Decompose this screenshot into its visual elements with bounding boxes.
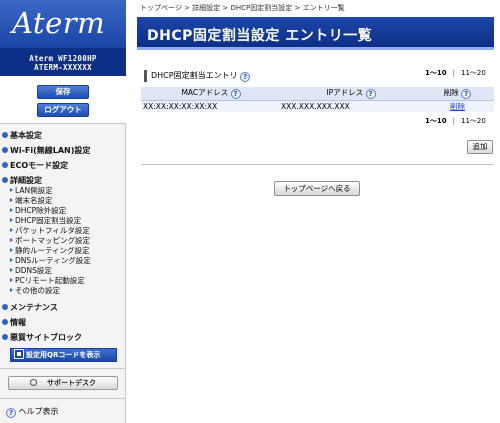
- arrow-icon: [10, 288, 13, 292]
- entry-table: MACアドレス ? IPアドレス ? 削除 ? XX:XX:XX:XX:XX:X…: [141, 87, 494, 112]
- add-button[interactable]: 追加: [467, 140, 493, 154]
- column-header-delete: 削除 ?: [421, 87, 494, 101]
- sidebar-item-port-mapping[interactable]: ポートマッピング設定: [10, 236, 90, 246]
- logo-area: Aterm: [0, 0, 126, 48]
- page-title: DHCP固定割当設定 エントリ一覧: [147, 28, 373, 44]
- help-icon: ?: [6, 408, 16, 418]
- help-icon[interactable]: ?: [365, 89, 376, 100]
- save-button[interactable]: 保存: [37, 85, 89, 99]
- column-header-mac: MACアドレス ?: [141, 87, 281, 101]
- arrow-icon: [10, 218, 13, 222]
- support-icon: [30, 379, 37, 386]
- help-icon[interactable]: ?: [230, 89, 241, 100]
- menu-item-wifi[interactable]: Wi-Fi(無線LAN)設定: [2, 145, 90, 156]
- model-name: Aterm WF1200HP: [29, 54, 97, 63]
- support-desk-button[interactable]: サポートデスク: [8, 376, 118, 390]
- pager-next[interactable]: 11〜20: [461, 117, 486, 125]
- arrow-icon: [10, 258, 13, 262]
- bullet-icon: [2, 177, 8, 183]
- menu-item-malicious-block[interactable]: 悪質サイトブロック: [2, 332, 82, 343]
- mac-address-cell: XX:XX:XX:XX:XX:XX: [141, 100, 281, 112]
- aterm-logo: Aterm: [12, 6, 106, 40]
- section-label: DHCP固定割当エントリ ?: [144, 70, 251, 82]
- bullet-icon: [2, 334, 8, 340]
- arrow-icon: [10, 228, 13, 232]
- menu-item-eco[interactable]: ECOモード設定: [2, 160, 68, 171]
- sidebar-divider: [0, 398, 126, 399]
- sidebar-item-pc-remote[interactable]: PCリモート起動設定: [10, 276, 85, 286]
- breadcrumb: トップページ > 詳細設定 > DHCP固定割当設定 > エントリ一覧: [140, 4, 345, 12]
- sidebar-item-dhcp-exclude[interactable]: DHCP除外設定: [10, 206, 66, 216]
- pager-bottom: 1〜10 | 11〜20: [425, 117, 486, 125]
- bullet-icon: [2, 162, 8, 168]
- sidebar-item-terminal-name[interactable]: 端末名設定: [10, 196, 53, 206]
- qr-code-icon: [14, 349, 24, 359]
- sidebar-item-static-routing[interactable]: 静的ルーティング設定: [10, 246, 90, 256]
- arrow-icon: [10, 268, 13, 272]
- column-header-ip: IPアドレス ?: [281, 87, 421, 101]
- pager-current: 1〜10: [425, 69, 447, 77]
- arrow-icon: [10, 238, 13, 242]
- pager-top: 1〜10 | 11〜20: [425, 69, 486, 77]
- main-content: トップページ > 詳細設定 > DHCP固定割当設定 > エントリ一覧 DHCP…: [127, 0, 500, 423]
- qr-code-button[interactable]: 設定用QRコードを表示: [10, 348, 117, 362]
- title-bar: DHCP固定割当設定 エントリ一覧: [137, 17, 494, 50]
- back-to-top-button[interactable]: トップページへ戻る: [274, 181, 360, 196]
- sidebar-item-dhcp-fixed[interactable]: DHCP固定割当設定: [10, 216, 81, 226]
- sidebar: Aterm Aterm WF1200HP ATERM-XXXXXX 保存 ログア…: [0, 0, 126, 423]
- menu-item-detail[interactable]: 詳細設定: [2, 175, 42, 186]
- sidebar-item-other[interactable]: その他の設定: [10, 286, 60, 296]
- ip-address-cell: XXX.XXX.XXX.XXX: [281, 100, 421, 112]
- menu-item-info[interactable]: 情報: [2, 317, 26, 328]
- device-name: ATERM-XXXXXX: [34, 63, 92, 72]
- content-divider: [141, 164, 494, 165]
- sidebar-button-area: 保存 ログアウト: [0, 76, 126, 124]
- delete-link[interactable]: 削除: [421, 100, 494, 112]
- sidebar-item-lan[interactable]: LAN側設定: [10, 186, 53, 196]
- arrow-icon: [10, 198, 13, 202]
- bullet-icon: [2, 304, 8, 310]
- sidebar-item-dns-routing[interactable]: DNSルーティング設定: [10, 256, 91, 266]
- help-link[interactable]: ? ヘルプ表示: [6, 406, 59, 418]
- table-header-row: MACアドレス ? IPアドレス ? 削除 ?: [141, 87, 494, 101]
- menu-item-maintenance[interactable]: メンテナンス: [2, 302, 58, 313]
- sidebar-divider: [0, 368, 126, 369]
- arrow-icon: [10, 278, 13, 282]
- bullet-icon: [2, 319, 8, 325]
- sidebar-item-ddns[interactable]: DDNS設定: [10, 266, 52, 276]
- arrow-icon: [10, 188, 13, 192]
- pager-current: 1〜10: [425, 117, 447, 125]
- model-info: Aterm WF1200HP ATERM-XXXXXX: [0, 48, 126, 76]
- menu-item-basic[interactable]: 基本設定: [2, 130, 42, 141]
- bullet-icon: [2, 147, 8, 153]
- sidebar-item-packet-filter[interactable]: パケットフィルタ設定: [10, 226, 90, 236]
- logout-button[interactable]: ログアウト: [37, 103, 89, 117]
- help-icon[interactable]: ?: [240, 72, 251, 82]
- pager-next[interactable]: 11〜20: [461, 69, 486, 77]
- bullet-icon: [2, 132, 8, 138]
- arrow-icon: [10, 248, 13, 252]
- help-icon[interactable]: ?: [461, 89, 472, 100]
- table-row: XX:XX:XX:XX:XX:XX XXX.XXX.XXX.XXX 削除: [141, 100, 494, 112]
- arrow-icon: [10, 208, 13, 212]
